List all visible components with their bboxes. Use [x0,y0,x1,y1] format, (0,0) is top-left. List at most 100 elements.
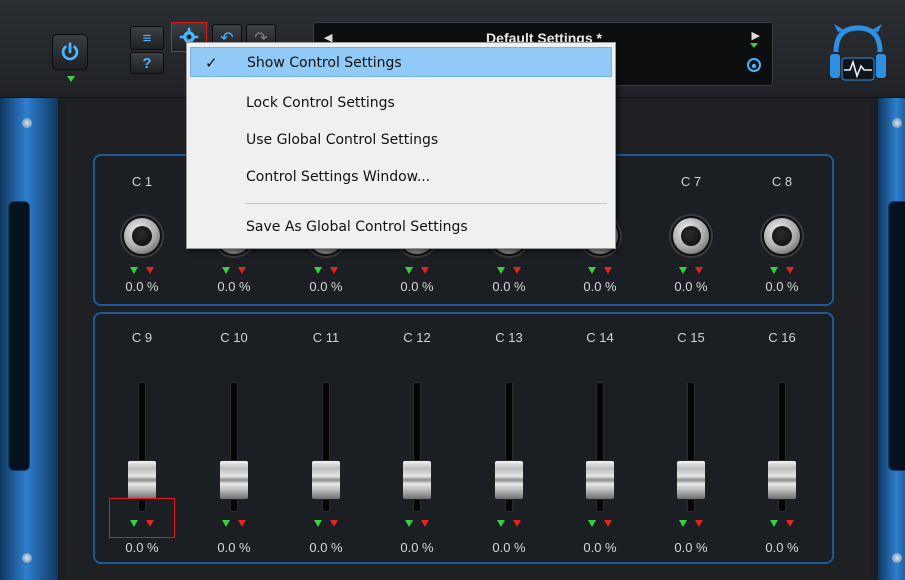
fader-label: C 10 [220,330,248,345]
menu-item-label: Lock Control Settings [246,95,395,111]
red-indicator-icon [513,267,521,274]
green-indicator-icon [405,520,413,527]
red-indicator-icon [695,267,703,274]
knob-value: 0.0 % [492,279,526,294]
fader-handle[interactable] [676,460,706,500]
screw-icon [892,553,902,563]
menu-item-label: Save As Global Control Settings [246,219,468,235]
fader-handle[interactable] [494,460,524,500]
fader-handle[interactable] [311,460,341,500]
red-indicator-icon [786,267,794,274]
red-indicator-icon [604,267,612,274]
red-indicator-icon [146,267,154,274]
red-indicator-icon [695,520,703,527]
fader-group [93,312,834,564]
power-icon [61,42,79,61]
knob-value: 0.0 % [765,279,799,294]
knob-cap [132,226,152,246]
red-indicator-icon [238,267,246,274]
knob-label: C 8 [771,174,793,189]
red-indicator-icon [604,520,612,527]
green-indicator-icon [130,267,138,274]
fader-label: C 14 [586,330,614,345]
fader-label: C 12 [403,330,431,345]
knob-value: 0.0 % [583,279,617,294]
plugin-window: ≡ ? ↶ ↷ ◀ Default Settings * ▶ C 1 0.0 %… [0,0,905,580]
menu-item-label: Use Global Control Settings [246,132,439,148]
fader-handle[interactable] [402,460,432,500]
knob-value: 0.0 % [400,279,434,294]
screw-icon [22,553,32,563]
green-indicator-icon [314,520,322,527]
menu-item-save-as-global-control-settings[interactable]: Save As Global Control Settings [190,212,612,242]
green-indicator-icon [314,267,322,274]
fader-value: 0.0 % [674,540,708,555]
brand-logo-icon [830,24,886,81]
knob-cap [772,226,792,246]
fader-handle[interactable] [127,460,157,500]
menu-separator [245,203,607,204]
green-indicator-icon [588,520,596,527]
menu-item-control-settings-window[interactable]: Control Settings Window... [190,162,612,192]
knob-value: 0.0 % [125,279,159,294]
rotary-knob[interactable] [671,216,711,256]
green-indicator-icon [679,520,687,527]
green-indicator-icon [497,267,505,274]
red-indicator-icon [330,267,338,274]
fader-value: 0.0 % [492,540,526,555]
fader-label: C 9 [131,330,153,345]
fader-value: 0.0 % [217,540,251,555]
rotary-knob[interactable] [762,216,802,256]
fader-label: C 16 [768,330,796,345]
control-settings-context-menu: ✓ Show Control Settings Lock Control Set… [186,42,616,249]
power-button[interactable] [52,34,88,70]
menu-item-lock-control-settings[interactable]: Lock Control Settings [190,88,612,118]
green-indicator-icon [770,267,778,274]
fader-value: 0.0 % [583,540,617,555]
menu-item-show-control-settings[interactable]: ✓ Show Control Settings [190,47,612,77]
menu-item-label: Show Control Settings [247,55,402,71]
fader-label: C 13 [495,330,523,345]
red-indicator-icon [421,520,429,527]
green-indicator-icon [222,520,230,527]
knob-value: 0.0 % [674,279,708,294]
knob-label: C 7 [680,174,702,189]
preset-options-icon[interactable] [746,57,762,73]
fader-label: C 15 [677,330,705,345]
knob-label: C 1 [131,174,153,189]
rotary-knob[interactable] [122,216,162,256]
knob-value: 0.0 % [217,279,251,294]
green-indicator-icon [222,267,230,274]
help-button[interactable]: ? [130,52,164,74]
knob-value: 0.0 % [309,279,343,294]
red-indicator-icon [421,267,429,274]
menu-item-use-global-control-settings[interactable]: Use Global Control Settings [190,125,612,155]
menu-button[interactable]: ≡ [130,26,164,50]
fader-value: 0.0 % [125,540,159,555]
fader-value: 0.0 % [765,540,799,555]
left-side-rail [0,98,58,580]
fader-handle[interactable] [767,460,797,500]
menu-item-label: Control Settings Window... [246,169,431,185]
fader-label: C 11 [312,330,340,345]
help-icon: ? [142,54,152,72]
green-indicator-icon [497,520,505,527]
green-indicator-icon [588,267,596,274]
red-indicator-icon [330,520,338,527]
menu-icon: ≡ [142,29,152,47]
fader-value: 0.0 % [400,540,434,555]
preset-next-button[interactable]: ▶ [752,29,760,42]
red-indicator-icon [513,520,521,527]
rail-slot [8,201,30,471]
fader-value: 0.0 % [309,540,343,555]
green-indicator-icon [679,267,687,274]
fader-handle[interactable] [585,460,615,500]
preset-led-indicator [750,43,758,48]
power-led-indicator [67,76,75,82]
red-indicator-icon [786,520,794,527]
right-side-rail [878,98,905,580]
rail-slot [888,201,905,471]
green-indicator-icon [405,267,413,274]
fader-handle[interactable] [219,460,249,500]
red-indicator-icon [238,520,246,527]
